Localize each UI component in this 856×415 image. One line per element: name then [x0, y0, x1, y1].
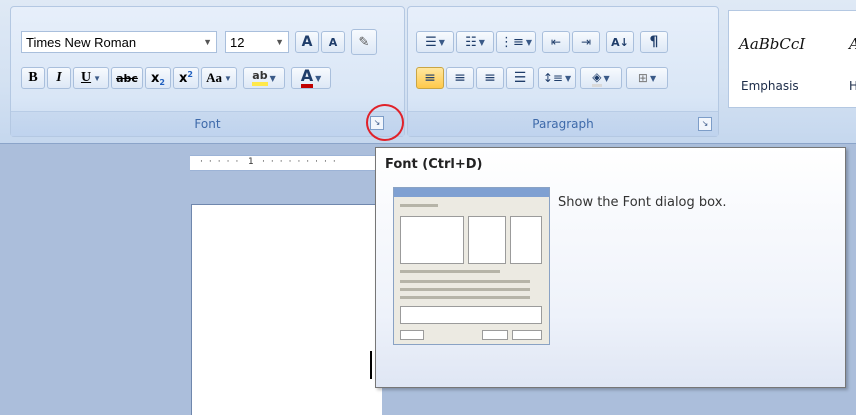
font-name-value: Times New Roman: [26, 34, 137, 50]
line-spacing-icon: ↕≡: [542, 71, 563, 85]
sort-button[interactable]: A↓: [606, 31, 634, 53]
chevron-down-icon: ▼: [223, 73, 232, 83]
preview-cancel-button: [512, 330, 542, 340]
strikethrough-button[interactable]: abc: [111, 67, 143, 89]
bullets-button[interactable]: ☰ ▼: [416, 31, 454, 53]
chevron-down-icon: ▼: [93, 73, 102, 83]
styles-gallery[interactable]: AaBbCcI Emphasis A H: [728, 10, 856, 108]
chevron-down-icon: ▼: [275, 37, 284, 47]
paragraph-group-label: Paragraph: [408, 111, 718, 136]
ruler-mark: 1: [248, 157, 254, 167]
chevron-down-icon: ▼: [438, 37, 445, 47]
preview-line: [400, 270, 500, 273]
line-spacing-button[interactable]: ↕≡ ▼: [538, 67, 576, 89]
preview-font-list: [400, 216, 464, 264]
ruler-dots: ·····: [200, 157, 245, 167]
preview-line: [400, 288, 530, 291]
font-dialog-tooltip: Font (Ctrl+D) Show the Font dialog box.: [375, 147, 846, 388]
tooltip-description: Show the Font dialog box.: [558, 195, 727, 210]
multilevel-list-button[interactable]: ⋮≡ ▼: [496, 31, 536, 53]
numbering-button[interactable]: ☷ ▼: [456, 31, 494, 53]
font-size-value: 12: [230, 34, 245, 50]
tooltip-title: Font (Ctrl+D): [385, 157, 483, 172]
paragraph-group: ☰ ▼ ☷ ▼ ⋮≡ ▼ ⇤ ⇥ A↓ ¶ ≡ ≡ ≡ ☰ ↕≡ ▼ ◈ ▼ ⊞…: [407, 6, 719, 137]
bullet-list-icon: ☰: [425, 34, 437, 50]
clear-formatting-icon: ✎: [358, 34, 370, 50]
chevron-down-icon: ▼: [315, 73, 322, 83]
borders-button[interactable]: ⊞ ▼: [626, 67, 668, 89]
align-left-icon: ≡: [424, 70, 436, 86]
sort-icon: A↓: [611, 35, 629, 49]
underline-button[interactable]: U ▼: [73, 67, 109, 89]
grow-font-button[interactable]: A: [295, 31, 319, 53]
italic-button[interactable]: I: [47, 67, 71, 89]
preview-sample-box: [400, 306, 542, 324]
paragraph-dialog-launcher-icon[interactable]: ↘: [698, 117, 712, 131]
shading-button[interactable]: ◈ ▼: [580, 67, 622, 89]
multilevel-list-icon: ⋮≡: [499, 34, 524, 50]
decrease-indent-button[interactable]: ⇤: [542, 31, 570, 53]
highlighter-icon: ab: [252, 70, 268, 86]
preview-size-list: [510, 216, 542, 264]
chevron-down-icon: ▼: [478, 37, 485, 47]
center-button[interactable]: ≡: [446, 67, 474, 89]
chevron-down-icon: ▼: [269, 73, 276, 83]
preview-line: [400, 204, 438, 207]
justify-icon: ☰: [513, 70, 527, 86]
show-marks-button[interactable]: ¶: [640, 31, 668, 53]
chevron-down-icon: ▼: [603, 73, 610, 83]
highlight-ring: [366, 104, 404, 141]
style-emphasis-sample: AaBbCcI: [739, 35, 806, 53]
increase-indent-icon: ⇥: [580, 35, 592, 49]
preview-ok-button: [482, 330, 508, 340]
shrink-font-button[interactable]: A: [321, 31, 345, 53]
preview-line: [400, 296, 530, 299]
font-group: Times New Roman ▼ 12 ▼ A A ✎ B I U ▼ abc …: [10, 6, 405, 137]
subscript-marker-icon: 2: [159, 77, 165, 87]
font-group-label: Font: [11, 111, 404, 136]
superscript-button[interactable]: x2: [173, 67, 199, 89]
subscript-button[interactable]: x2: [145, 67, 171, 89]
ribbon: Times New Roman ▼ 12 ▼ A A ✎ B I U ▼ abc …: [0, 0, 856, 144]
font-name-combo[interactable]: Times New Roman ▼: [21, 31, 217, 53]
font-color-button[interactable]: A ▼: [291, 67, 331, 89]
decrease-indent-icon: ⇤: [550, 35, 562, 49]
preview-line: [400, 280, 530, 283]
chevron-down-icon: ▼: [564, 73, 572, 83]
align-right-button[interactable]: ≡: [476, 67, 504, 89]
style-next-sample: A: [849, 35, 856, 53]
chevron-down-icon: ▼: [203, 37, 212, 47]
style-next-name[interactable]: H: [849, 79, 856, 93]
style-emphasis-name[interactable]: Emphasis: [741, 79, 799, 93]
superscript-marker-icon: 2: [187, 69, 193, 79]
increase-indent-button[interactable]: ⇥: [572, 31, 600, 53]
highlight-color-button[interactable]: ab ▼: [243, 67, 285, 89]
align-left-button[interactable]: ≡: [416, 67, 444, 89]
chevron-down-icon: ▼: [649, 73, 657, 83]
document-page[interactable]: [191, 204, 382, 415]
justify-button[interactable]: ☰: [506, 67, 534, 89]
font-size-combo[interactable]: 12 ▼: [225, 31, 289, 53]
horizontal-ruler[interactable]: ····· 1 ·········: [190, 155, 380, 171]
borders-icon: ⊞: [637, 71, 648, 85]
chevron-down-icon: ▼: [525, 37, 533, 47]
text-cursor: [370, 351, 372, 379]
preview-titlebar: [394, 188, 549, 197]
preview-style-list: [468, 216, 506, 264]
change-case-button[interactable]: Aa ▼: [201, 67, 237, 89]
pilcrow-icon: ¶: [649, 34, 659, 50]
numbered-list-icon: ☷: [465, 34, 477, 50]
preview-default-button: [400, 330, 424, 340]
align-center-icon: ≡: [454, 70, 466, 86]
paint-bucket-icon: ◈: [592, 70, 602, 87]
font-dialog-preview-image: [393, 187, 550, 345]
align-right-icon: ≡: [484, 70, 496, 86]
clear-formatting-button[interactable]: ✎: [351, 29, 377, 55]
bold-button[interactable]: B: [21, 67, 45, 89]
ruler-dots: ·········: [262, 157, 342, 167]
